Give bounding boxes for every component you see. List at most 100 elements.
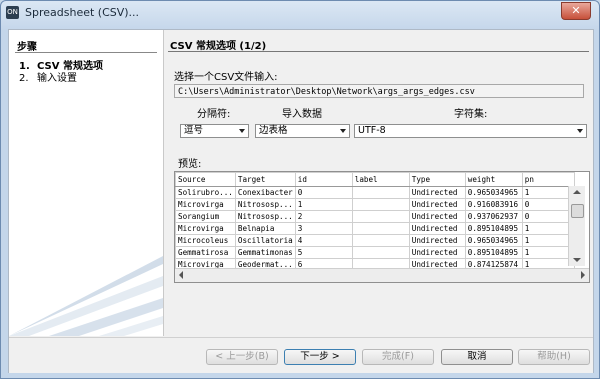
table-cell: 1 xyxy=(294,198,353,211)
table-cell: 1 xyxy=(521,186,575,199)
steps-divider xyxy=(15,52,157,53)
table-cell: Conexibacter xyxy=(234,186,296,199)
table-cell: 2 xyxy=(294,210,353,223)
finish-button[interactable]: 完成(F) xyxy=(362,349,434,365)
table-cell xyxy=(351,234,410,247)
column-header[interactable]: Target xyxy=(234,172,296,187)
scroll-up-icon[interactable] xyxy=(573,190,581,194)
table-cell: 1 xyxy=(521,246,575,259)
table-row: Microcoleus Oscillatoria 4 Undirected 0.… xyxy=(175,234,575,247)
dialog-window: ON Spreadsheet (CSV)... ✕ 步骤 1. CSV 常规选项 … xyxy=(0,0,600,379)
file-label: 选择一个CSV文件输入: xyxy=(174,72,278,83)
table-cell: Undirected xyxy=(408,198,466,211)
table-cell: Belnapia xyxy=(234,222,296,235)
table-cell: Nitrososp... xyxy=(234,198,296,211)
table-row: Microvirga Nitrososp... 1 Undirected 0.9… xyxy=(175,198,575,211)
column-header[interactable]: weight xyxy=(464,172,523,187)
table-cell xyxy=(351,198,410,211)
separator-select[interactable]: 逗号 xyxy=(180,124,249,138)
table-cell: Undirected xyxy=(408,222,466,235)
preview-header-row: Source Target id label Type weight pn xyxy=(175,172,575,187)
scroll-right-icon[interactable] xyxy=(581,271,585,279)
import-data-value: 边表格 xyxy=(259,125,288,136)
table-cell: Undirected xyxy=(408,246,466,259)
chevron-down-icon xyxy=(577,129,583,133)
preview-label: 预览: xyxy=(178,159,202,170)
table-cell: Undirected xyxy=(408,234,466,247)
charset-value: UTF-8 xyxy=(358,125,386,136)
help-button[interactable]: 帮助(H) xyxy=(518,349,590,365)
table-cell: 0.965034965 xyxy=(464,186,523,199)
table-cell xyxy=(351,210,410,223)
table-cell: 1 xyxy=(521,234,575,247)
step-label: 输入设置 xyxy=(37,73,77,84)
table-cell: Undirected xyxy=(408,210,466,223)
column-header[interactable]: pn xyxy=(521,172,575,187)
column-header[interactable]: Type xyxy=(408,172,466,187)
table-cell: Gemmatimonas xyxy=(234,246,296,259)
table-cell xyxy=(351,246,410,259)
table-cell: 0 xyxy=(521,210,575,223)
preview-table: Source Target id label Type weight pn So… xyxy=(175,172,575,271)
decorative-stripes xyxy=(9,256,163,336)
table-cell: 0 xyxy=(294,186,353,199)
table-cell: 0.895104895 xyxy=(464,222,523,235)
chevron-down-icon xyxy=(340,129,346,133)
scroll-down-icon[interactable] xyxy=(573,258,581,262)
table-row: Solirubro... Conexibacter 0 Undirected 0… xyxy=(175,186,575,199)
page-title: CSV 常规选项 (1/2) xyxy=(170,41,267,52)
table-row: Sorangium Nitrososp... 2 Undirected 0.93… xyxy=(175,210,575,223)
table-row: Microvirga Belnapia 3 Undirected 0.89510… xyxy=(175,222,575,235)
table-cell: 4 xyxy=(294,234,353,247)
charset-label: 字符集: xyxy=(454,109,488,120)
table-cell xyxy=(351,186,410,199)
table-cell: 0 xyxy=(521,198,575,211)
scroll-thumb[interactable] xyxy=(571,204,584,218)
scroll-left-icon[interactable] xyxy=(179,271,183,279)
button-bar: < 上一步(B) 下一步 > 完成(F) 取消 帮助(H) xyxy=(9,337,593,373)
table-cell: 1 xyxy=(521,222,575,235)
chevron-down-icon xyxy=(239,129,245,133)
table-cell: 0.965034965 xyxy=(464,234,523,247)
charset-select[interactable]: UTF-8 xyxy=(354,124,587,138)
table-cell: 3 xyxy=(294,222,353,235)
horizontal-scrollbar[interactable] xyxy=(175,268,589,282)
step-item-import-settings: 2. 输入设置 xyxy=(19,69,77,84)
file-path-field[interactable]: C:\Users\Administrator\Desktop\Network\a… xyxy=(174,84,584,98)
title-bar[interactable]: ON Spreadsheet (CSV)... ✕ xyxy=(1,1,599,25)
table-cell: Microcoleus xyxy=(175,234,236,247)
column-header[interactable]: id xyxy=(294,172,353,187)
table-cell: Oscillatoria xyxy=(234,234,296,247)
column-header[interactable]: Source xyxy=(175,172,236,187)
step-number: 2. xyxy=(19,73,29,84)
preview-grid[interactable]: Source Target id label Type weight pn So… xyxy=(174,171,590,283)
table-cell: 5 xyxy=(294,246,353,259)
vertical-scrollbar[interactable] xyxy=(568,186,585,266)
import-data-label: 导入数据 xyxy=(282,109,322,120)
table-cell: Nitrososp... xyxy=(234,210,296,223)
table-cell: Undirected xyxy=(408,186,466,199)
table-cell: 0.937062937 xyxy=(464,210,523,223)
table-cell: Microvirga xyxy=(175,198,236,211)
back-button[interactable]: < 上一步(B) xyxy=(206,349,278,365)
table-cell: 0.895104895 xyxy=(464,246,523,259)
table-cell xyxy=(351,222,410,235)
table-cell: Microvirga xyxy=(175,222,236,235)
import-data-select[interactable]: 边表格 xyxy=(255,124,350,138)
close-button[interactable]: ✕ xyxy=(561,2,591,20)
next-button[interactable]: 下一步 > xyxy=(284,349,356,365)
column-header[interactable]: label xyxy=(351,172,410,187)
table-cell: Gemmatirosa xyxy=(175,246,236,259)
separator-value: 逗号 xyxy=(184,125,204,136)
title-divider xyxy=(168,51,589,52)
table-cell: 0.916083916 xyxy=(464,198,523,211)
cancel-button[interactable]: 取消 xyxy=(441,349,513,365)
table-cell: Solirubro... xyxy=(175,186,236,199)
table-cell: Sorangium xyxy=(175,210,236,223)
dialog-client: 步骤 1. CSV 常规选项 2. 输入设置 CSV 常规选项 (1/2) 选择… xyxy=(8,29,594,373)
window-title: Spreadsheet (CSV)... xyxy=(25,6,140,19)
app-icon: ON xyxy=(6,6,19,19)
table-row: Gemmatirosa Gemmatimonas 5 Undirected 0.… xyxy=(175,246,575,259)
separator-label: 分隔符: xyxy=(197,109,231,120)
main-content: CSV 常规选项 (1/2) 选择一个CSV文件输入: C:\Users\Adm… xyxy=(164,30,593,336)
